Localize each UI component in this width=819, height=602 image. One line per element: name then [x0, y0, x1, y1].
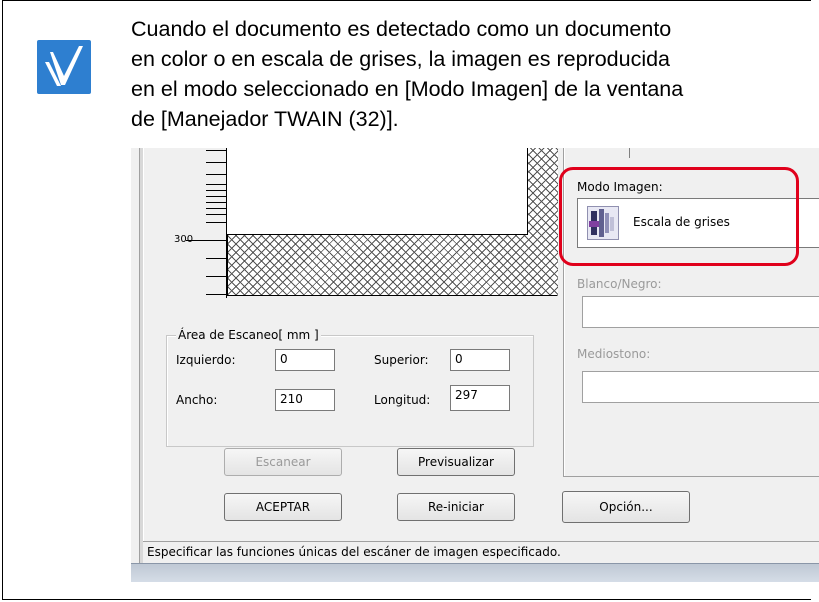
ruler-tick [206, 174, 226, 175]
halftone-label: Mediostono: [577, 347, 651, 361]
note-line: en color o en escala de grises, la image… [131, 47, 671, 71]
ruler-tick [206, 208, 226, 209]
ruler-tick [206, 202, 226, 203]
length-input[interactable]: 297 [450, 385, 510, 411]
reset-button[interactable]: Re-iniciar [397, 493, 515, 521]
ruler-tick [206, 214, 226, 215]
preview-button[interactable]: Previsualizar [397, 448, 515, 476]
ruler-tick [206, 190, 226, 191]
status-bar: Especificar las funciones únicas del esc… [143, 541, 819, 564]
note-line: Cuando el documento es detectado como un… [131, 17, 672, 41]
scan-button[interactable]: Escanear [224, 448, 342, 476]
width-label: Ancho: [176, 393, 218, 407]
note-text: Cuando el documento es detectado como un… [131, 14, 811, 134]
ruler-tick [206, 184, 226, 185]
ruler-tick [206, 222, 226, 223]
option-button[interactable]: Opción... [562, 491, 690, 523]
width-input[interactable]: 210 [275, 389, 335, 411]
window-bottom-edge [131, 563, 819, 582]
ruler-tick [206, 196, 226, 197]
scan-area-title: Área de Escaneo[ mm ] [176, 328, 321, 342]
checkmark-icon [37, 40, 91, 94]
ok-button[interactable]: ACEPTAR [224, 493, 342, 521]
preview-page [227, 148, 528, 235]
ruler-tick [206, 276, 226, 277]
bw-label: Blanco/Negro: [577, 277, 662, 291]
bw-field[interactable] [582, 296, 819, 328]
ruler-label: 300 [174, 234, 194, 245]
ruler-tick [206, 150, 226, 151]
ruler-tick [206, 258, 226, 259]
status-text: Especificar las funciones únicas del esc… [147, 545, 561, 559]
halftone-field[interactable] [582, 371, 819, 403]
ruler-tick [206, 162, 226, 163]
scan-area-group: Área de Escaneo[ mm ] Izquierdo: 0 Super… [166, 328, 534, 447]
left-input[interactable]: 0 [275, 349, 335, 371]
highlight-frame [559, 167, 799, 266]
note-line: de [Manejador TWAIN (32)]. [131, 107, 399, 131]
top-input[interactable]: 0 [450, 349, 510, 371]
ruler-tick [206, 294, 226, 295]
left-label: Izquierdo: [176, 353, 236, 367]
vertical-ruler [186, 148, 227, 298]
top-label: Superior: [374, 353, 429, 367]
note-line: en el modo seleccionado en [Modo Imagen]… [131, 77, 684, 101]
preview-area: 300 [131, 148, 561, 298]
preview-bottom-border [227, 295, 557, 296]
twain-dialog-screenshot: 300 Área de Escaneo[ mm ] Izquierdo: 0 S… [131, 148, 819, 582]
length-label: Longitud: [374, 393, 431, 407]
